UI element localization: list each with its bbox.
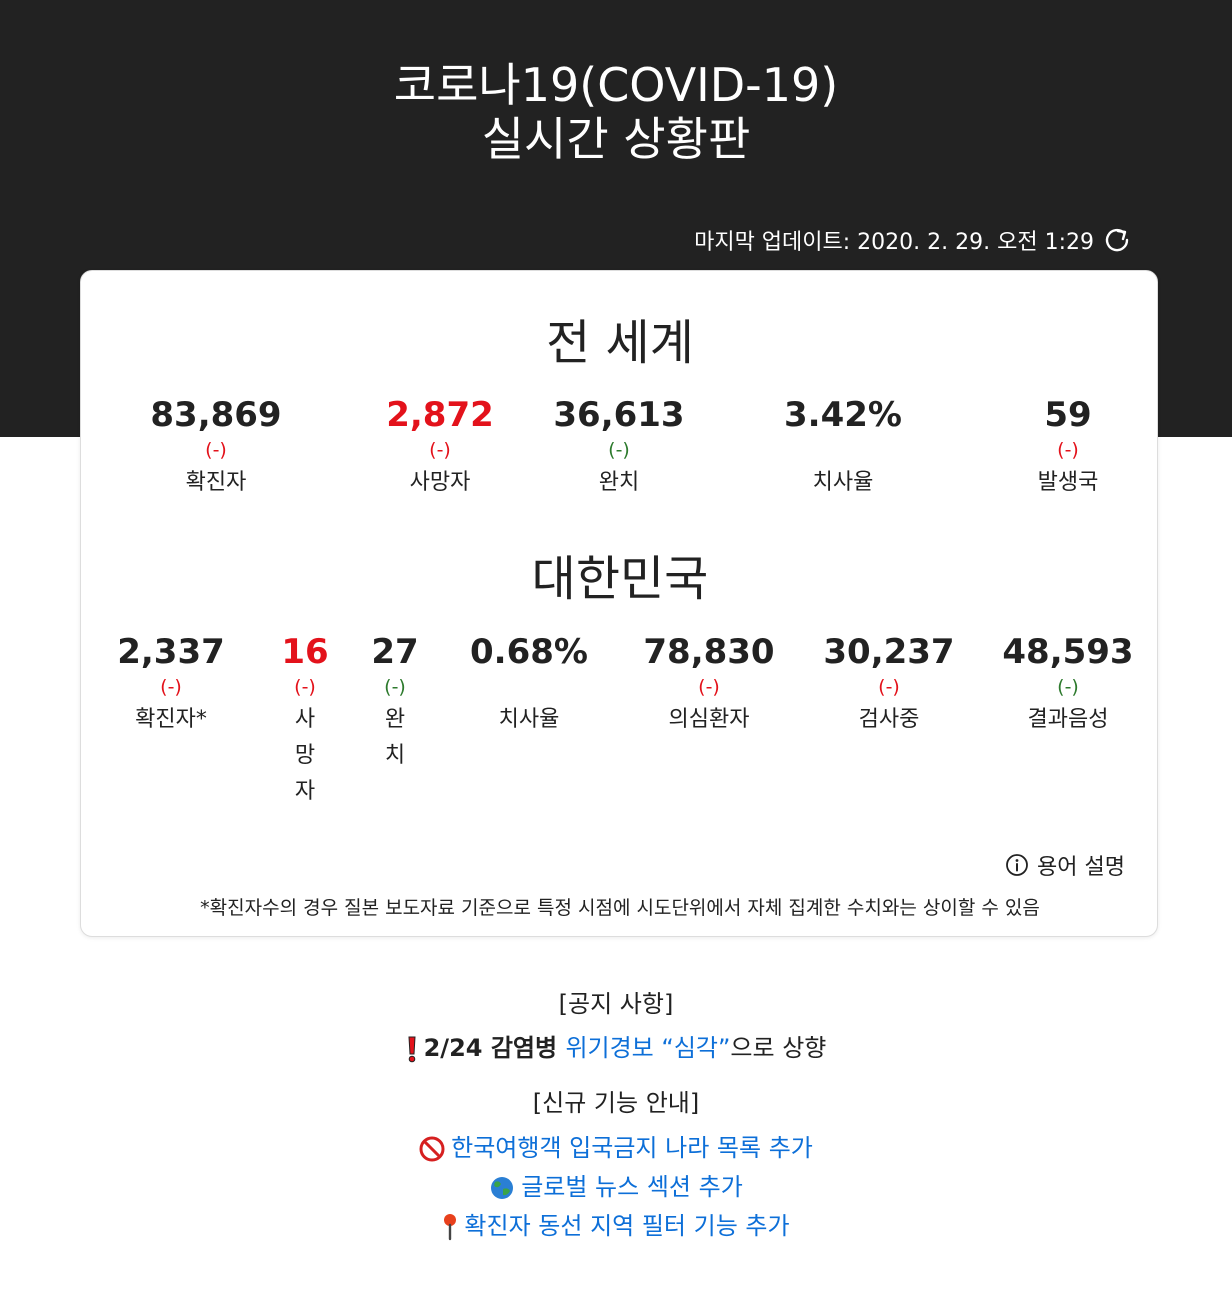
world-fatality-delta: [763, 435, 923, 465]
korea-title: 대한민국: [531, 551, 709, 607]
feature-item-location-filter[interactable]: 확진자 동선 지역 필터 기능 추가: [0, 1206, 1232, 1241]
korea-testing-delta: (-): [878, 676, 900, 698]
world-deaths-value: 2,872: [386, 395, 494, 435]
notice-prefix: 2/24 감염병: [423, 1034, 566, 1062]
world-stat-deaths: 2,872 (-) 사망자: [360, 395, 520, 501]
korea-fatality-delta: [469, 672, 589, 702]
korea-deaths-delta: (-): [294, 676, 316, 698]
last-update: 마지막 업데이트: 2020. 2. 29. 오전 1:29: [694, 224, 1132, 256]
features-heading: [신규 기능 안내]: [532, 1089, 700, 1117]
world-stat-confirmed: 83,869 (-) 확진자: [136, 395, 296, 501]
world-confirmed-value: 83,869: [150, 395, 282, 435]
korea-suspected-value: 78,830: [643, 632, 775, 672]
world-fatality-value: 3.42%: [784, 395, 902, 435]
korea-suspected-delta: (-): [698, 676, 720, 698]
info-icon: [1006, 854, 1028, 876]
world-recovered-delta: (-): [608, 439, 630, 461]
korea-recovered-value: 27: [371, 632, 419, 672]
notice-suffix: 으로 상향: [730, 1034, 827, 1062]
world-recovered-label: 완치: [598, 470, 640, 495]
feature-travel-ban-label[interactable]: 한국여행객 입국금지 나라 목록 추가: [451, 1134, 813, 1162]
world-confirmed-label: 확진자: [185, 470, 247, 495]
world-stat-recovered: 36,613 (-) 완치: [539, 395, 699, 501]
glossary-label: 용어 설명: [1037, 855, 1125, 880]
world-stat-countries: 59 (-) 발생국: [988, 395, 1148, 501]
world-title: 전 세계: [546, 315, 694, 371]
korea-testing-label: 검사중: [858, 707, 920, 732]
korea-stat-suspected: 78,830 (-) 의심환자: [639, 632, 779, 738]
last-update-text: 마지막 업데이트: 2020. 2. 29. 오전 1:29: [694, 230, 1094, 255]
feature-item-travel-ban[interactable]: 한국여행객 입국금지 나라 목록 추가: [0, 1128, 1232, 1163]
notice-heading: [공지 사항]: [558, 990, 674, 1018]
status-card: 전 세계 83,869 (-) 확진자 2,872 (-) 사망자 36,613…: [80, 270, 1158, 937]
korea-confirmed-label: 확진자*: [135, 707, 207, 732]
world-confirmed-delta: (-): [205, 439, 227, 461]
korea-suspected-label: 의심환자: [668, 707, 750, 732]
prohibited-icon: [419, 1136, 445, 1162]
world-recovered-value: 36,613: [553, 395, 685, 435]
korea-fatality-value: 0.68%: [470, 632, 588, 672]
korea-fatality-label: 치사율: [498, 707, 560, 732]
world-countries-delta: (-): [1057, 439, 1079, 461]
korea-deaths-label: 사망자: [294, 707, 316, 804]
notice-link[interactable]: 위기경보 “심각”: [565, 1034, 730, 1062]
korea-confirmed-value: 2,337: [117, 632, 225, 672]
korea-recovered-delta: (-): [384, 676, 406, 698]
korea-stat-negative: 48,593 (-) 결과음성: [998, 632, 1138, 738]
feature-global-news-label[interactable]: 글로벌 뉴스 섹션 추가: [521, 1173, 743, 1201]
globe-icon: [491, 1177, 514, 1199]
korea-stat-recovered: 27 (-) 완치: [365, 632, 425, 774]
pin-icon: [444, 1214, 457, 1241]
korea-stat-deaths: 16 (-) 사망자: [275, 632, 335, 810]
world-countries-value: 59: [1044, 395, 1092, 435]
korea-negative-label: 결과음성: [1027, 707, 1109, 732]
footnote: *확진자수의 경우 질본 보도자료 기준으로 특정 시점에 시도단위에서 자체 …: [200, 897, 1040, 919]
page-title: 코로나19(COVID-19) 실시간 상황판: [0, 58, 1232, 166]
feature-item-global-news[interactable]: 글로벌 뉴스 섹션 추가: [0, 1167, 1232, 1202]
title-line-1: 코로나19(COVID-19): [393, 58, 839, 112]
korea-stat-fatality: 0.68% 치사율: [469, 632, 589, 738]
feature-location-filter-label[interactable]: 확진자 동선 지역 필터 기능 추가: [464, 1212, 789, 1240]
korea-negative-value: 48,593: [1002, 632, 1134, 672]
korea-stat-confirmed: 2,337 (-) 확진자*: [111, 632, 231, 738]
korea-deaths-value: 16: [281, 632, 329, 672]
world-fatality-label: 치사율: [812, 470, 874, 495]
exclamation-icon: [408, 1036, 416, 1063]
glossary-button[interactable]: 용어 설명: [1005, 849, 1125, 881]
korea-negative-delta: (-): [1057, 676, 1079, 698]
title-line-2: 실시간 상황판: [481, 112, 751, 166]
world-stat-fatality: 3.42% 치사율: [763, 395, 923, 501]
korea-testing-value: 30,237: [823, 632, 955, 672]
korea-stat-testing: 30,237 (-) 검사중: [819, 632, 959, 738]
world-countries-label: 발생국: [1037, 470, 1099, 495]
world-deaths-label: 사망자: [409, 470, 471, 495]
korea-recovered-label: 완치: [384, 707, 406, 768]
notice-item: 2/24 감염병 위기경보 “심각”으로 상향: [0, 1028, 1232, 1063]
refresh-icon[interactable]: [1102, 225, 1132, 255]
world-deaths-delta: (-): [429, 439, 451, 461]
korea-confirmed-delta: (-): [160, 676, 182, 698]
